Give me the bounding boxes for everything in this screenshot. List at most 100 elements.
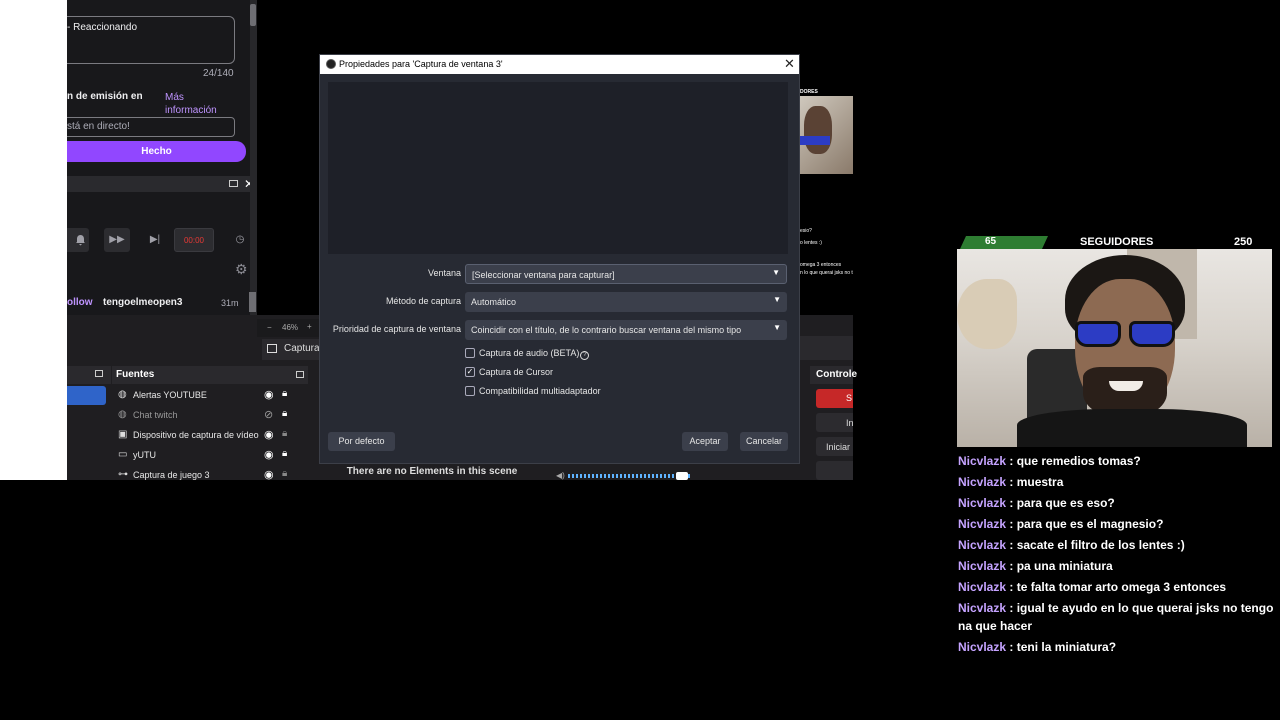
dialog-title: Propiedades para 'Captura de ventana 3' (339, 59, 503, 69)
close-icon[interactable]: ✕ (784, 56, 795, 72)
audio-capture-checkbox[interactable] (465, 348, 475, 358)
defaults-button[interactable]: Por defecto (328, 432, 395, 451)
unlock-icon[interactable]: 🔒︎ (282, 428, 287, 439)
chat-username: Nicvlazk (958, 580, 1007, 594)
chat-username: Nicvlazk (958, 517, 1007, 531)
speaker-icon[interactable]: ◀) (556, 471, 565, 480)
thumb-chat-line: omega 3 entonces (800, 262, 842, 268)
scroll-thumb[interactable] (250, 4, 256, 26)
capture-priority-select[interactable]: Coincidir con el título, de lo contrario… (465, 320, 787, 340)
lock-icon[interactable]: 🔒︎ (282, 448, 287, 459)
bell-icon[interactable] (67, 228, 95, 252)
eye-icon[interactable]: ◉ (264, 428, 274, 441)
skip-next-icon[interactable]: ▶| (142, 228, 168, 252)
source-item[interactable]: ▭ yUTU ◉ 🔒︎ (112, 445, 308, 465)
chat-message: Nicvlazk : para que es el magnesio? (958, 515, 1276, 533)
cursor-capture-label: Captura de Cursor (479, 367, 554, 377)
lock-icon[interactable]: 🔒︎ (282, 408, 287, 419)
sources-title: Fuentes (116, 369, 155, 380)
chat-overlay: Nicvlazk : que remedios tomas? Nicvlazk :… (958, 454, 1280, 720)
float-icon[interactable] (296, 371, 304, 378)
scenes-header (67, 366, 111, 384)
float-icon[interactable] (95, 370, 103, 377)
lock-icon[interactable]: 🔒︎ (282, 388, 287, 399)
help-icon[interactable]: ? (580, 351, 590, 360)
window-icon (267, 344, 277, 353)
chat-message: Nicvlazk : te falta tomar arto omega 3 e… (958, 578, 1276, 596)
preview-toolbar: − 46% + (257, 319, 319, 337)
chevron-down-icon: ▼ (772, 268, 780, 277)
source-label: Alertas YOUTUBE (133, 390, 207, 400)
multiadapter-checkbox[interactable] (465, 386, 475, 396)
start-streaming-button[interactable]: S (816, 389, 853, 408)
done-button[interactable]: Hecho (67, 141, 246, 162)
unlock-icon[interactable]: 🔒︎ (282, 468, 287, 479)
sources-header: Fuentes (112, 366, 308, 384)
zoom-in-icon[interactable]: + (307, 322, 312, 331)
follower-goal-fill (960, 236, 1048, 249)
follower-count: 65 (985, 236, 997, 247)
start-virtualcam-button[interactable]: Iniciar (816, 437, 853, 456)
dialog-preview (328, 82, 788, 254)
capture-tab[interactable]: Captura (262, 339, 322, 360)
float-icon[interactable] (229, 180, 238, 187)
chat-username: Nicvlazk (958, 640, 1007, 654)
window-icon: ▭ (118, 449, 128, 460)
stream-title-text: - Reaccionando (67, 22, 138, 33)
char-count: 24/140 (203, 68, 234, 79)
window-select[interactable]: [Seleccionar ventana para capturar] ▼ (465, 264, 787, 284)
chat-message: Nicvlazk : que remedios tomas? (958, 454, 1276, 470)
obs-logo-icon (326, 59, 336, 69)
cancel-button[interactable]: Cancelar (740, 432, 788, 451)
cursor-capture-checkbox[interactable]: ✓ (465, 367, 475, 377)
thumb-header: DORES (800, 89, 818, 95)
window-select-value: [Seleccionar ventana para capturar] (472, 270, 615, 280)
chat-text: : para que es eso? (1006, 496, 1115, 510)
capture-priority-value: Coincidir con el título, de lo contrario… (471, 325, 742, 335)
follower-row: ollow tengoelmeopen3 31m (67, 294, 257, 314)
audio-capture-checkbox-row[interactable]: Captura de audio (BETA)? (465, 347, 665, 361)
scroll-thumb[interactable] (249, 292, 256, 312)
gear-icon[interactable]: ⚙ (235, 261, 248, 278)
eye-icon[interactable]: ◉ (264, 448, 274, 461)
chat-message: Nicvlazk : sacate el filtro de los lente… (958, 536, 1276, 554)
source-item[interactable]: ◍ Chat twitch ⊘ 🔒︎ (112, 405, 308, 425)
chat-username: Nicvlazk (958, 454, 1007, 468)
source-item[interactable]: ◍ Alertas YOUTUBE ◉ 🔒︎ (112, 385, 308, 405)
multiadapter-checkbox-row[interactable]: Compatibilidad multiadaptador (465, 385, 665, 399)
chat-message: Nicvlazk : para que es eso? (958, 494, 1276, 512)
no-elements-message: There are no Elements in this scene (346, 466, 518, 477)
chat-message: Nicvlazk : muestra (958, 473, 1276, 491)
preview-tabbar (800, 336, 853, 360)
cursor-capture-checkbox-row[interactable]: ✓ Captura de Cursor (465, 366, 665, 380)
eye-icon[interactable]: ◉ (264, 388, 274, 401)
audio-capture-label: Captura de audio (BETA) (479, 348, 580, 358)
scene-item-selected[interactable] (67, 386, 106, 405)
timer-button[interactable]: 00:00 (174, 228, 214, 252)
start-recording-button[interactable]: In (816, 413, 853, 432)
chat-text: : para que es el magnesio? (1006, 517, 1164, 531)
stream-title-input[interactable]: - Reaccionando (67, 16, 235, 64)
more-info-link[interactable]: Más información (165, 91, 235, 117)
preview-webcam-thumbnail (800, 96, 853, 174)
live-notification-input[interactable]: stá en directo! (67, 117, 235, 137)
studio-mode-button[interactable] (816, 461, 853, 480)
chat-username: Nicvlazk (958, 538, 1007, 552)
capture-method-select[interactable]: Automático ▼ (465, 292, 787, 312)
follower-name[interactable]: tengoelmeopen3 (103, 297, 182, 308)
eye-icon[interactable]: ◉ (264, 468, 274, 480)
chat-text: : pa una miniatura (1006, 559, 1113, 573)
skip-forward-button[interactable]: ▶▶ (104, 228, 130, 252)
live-notification-placeholder: stá en directo! (67, 121, 130, 132)
source-item[interactable]: ▣ Dispositivo de captura de vídeo 2 ◉ 🔒︎ (112, 425, 308, 445)
source-label: yUTU (133, 450, 156, 460)
chat-username: Nicvlazk (958, 601, 1007, 615)
chat-username: Nicvlazk (958, 496, 1007, 510)
zoom-out-icon[interactable]: − (267, 323, 272, 332)
source-item[interactable]: ⊶ Captura de juego 3 ◉ 🔒︎ (112, 465, 308, 480)
follow-tag: ollow (67, 297, 93, 308)
accept-button[interactable]: Aceptar (682, 432, 728, 451)
volume-slider-handle[interactable] (676, 472, 688, 480)
eye-hidden-icon[interactable]: ⊘ (264, 408, 273, 421)
chat-message: Nicvlazk : igual te ayudo en lo que quer… (958, 599, 1276, 635)
